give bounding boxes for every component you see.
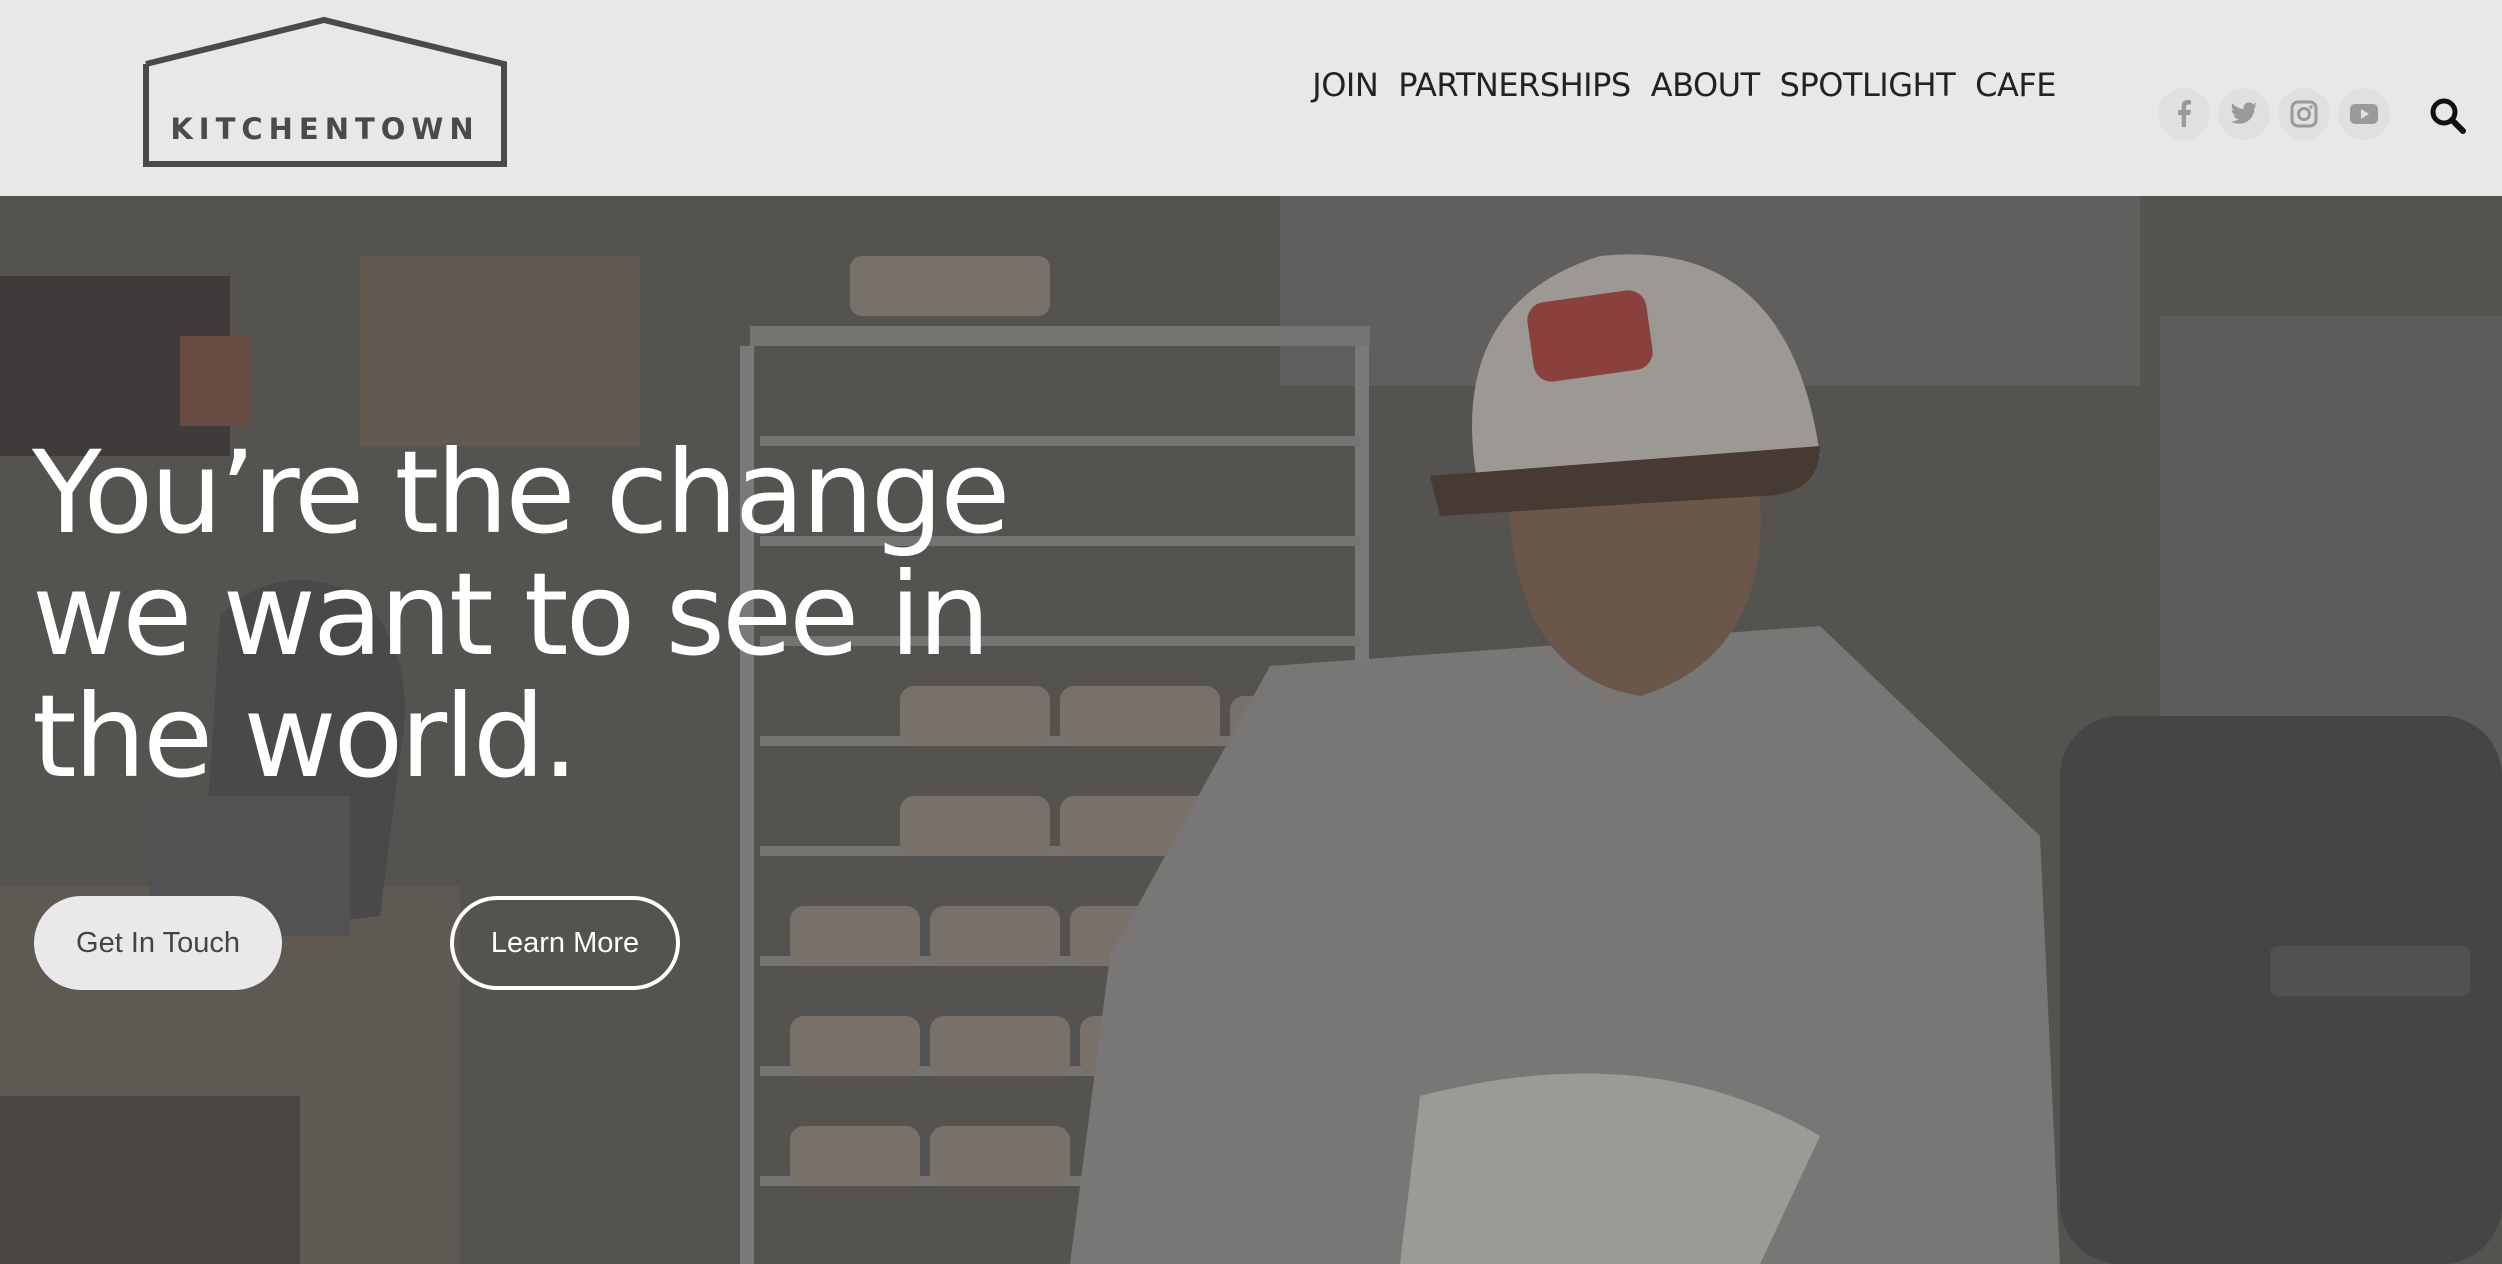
nav-about[interactable]: ABOUT bbox=[1651, 66, 1760, 104]
twitter-icon[interactable] bbox=[2218, 88, 2270, 140]
hero-title: You’re the change we want to see in the … bbox=[32, 426, 1010, 803]
facebook-icon[interactable] bbox=[2158, 88, 2210, 140]
site-header: KITCHENTOWN JOIN PARTNERSHIPS ABOUT SPOT… bbox=[0, 0, 2502, 196]
nav-partnerships[interactable]: PARTNERSHIPS bbox=[1398, 66, 1631, 104]
search-icon[interactable] bbox=[2428, 96, 2468, 136]
youtube-icon[interactable] bbox=[2338, 88, 2390, 140]
nav-spotlight[interactable]: SPOTLIGHT bbox=[1780, 66, 1956, 104]
nav-cafe[interactable]: CAFE bbox=[1975, 66, 2056, 104]
hero-section: You’re the change we want to see in the … bbox=[0, 196, 2502, 1264]
instagram-icon[interactable] bbox=[2278, 88, 2330, 140]
main-nav: JOIN PARTNERSHIPS ABOUT SPOTLIGHT CAFE bbox=[1312, 66, 2056, 104]
kitchentown-logo[interactable]: KITCHENTOWN bbox=[142, 16, 508, 168]
logo-text: KITCHENTOWN bbox=[170, 112, 480, 146]
get-in-touch-button[interactable]: Get In Touch bbox=[34, 896, 282, 990]
nav-join[interactable]: JOIN bbox=[1312, 66, 1379, 104]
social-links bbox=[2158, 88, 2390, 140]
learn-more-button[interactable]: Learn More bbox=[450, 896, 680, 990]
